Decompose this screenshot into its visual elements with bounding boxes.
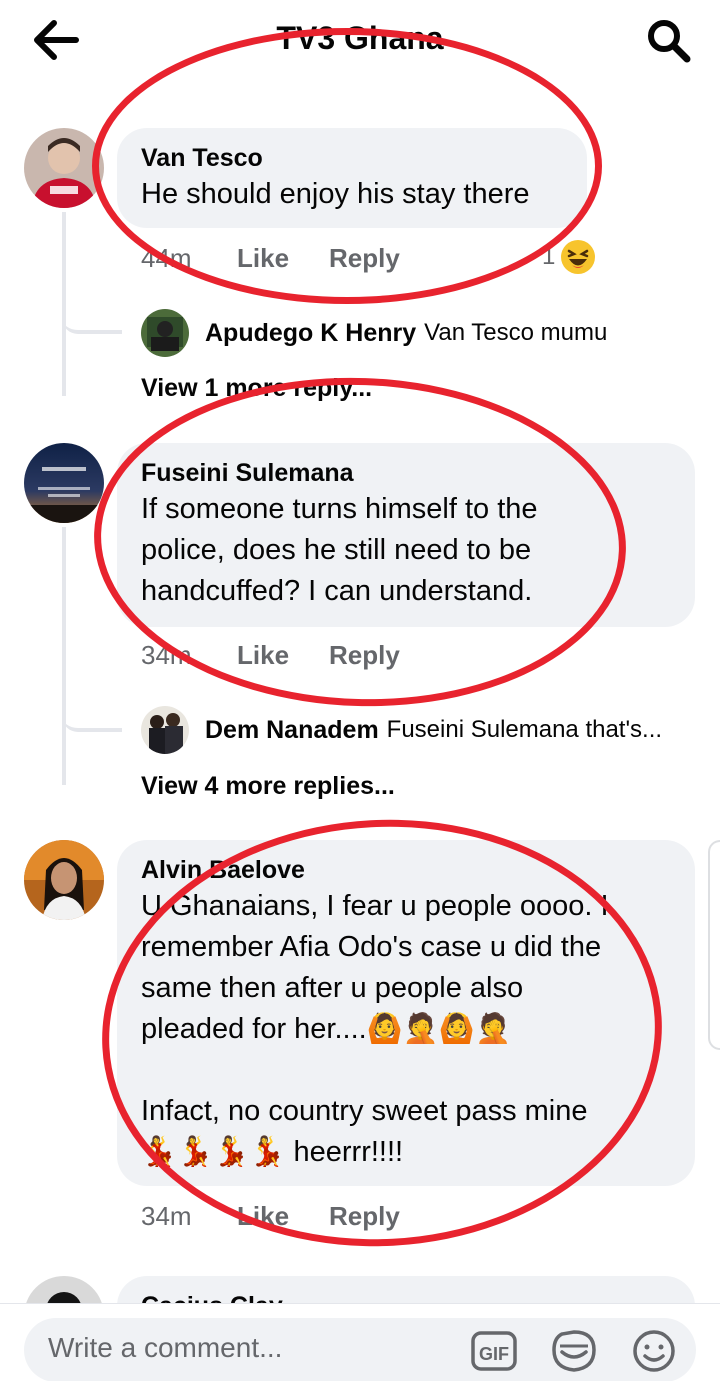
comment-time: 34m (141, 1201, 192, 1231)
comment-bubble[interactable]: Van Tesco He should enjoy his stay there (117, 128, 587, 228)
comment-time: 44m (141, 243, 192, 273)
comment-composer: GIF (0, 1303, 720, 1381)
avatar[interactable] (24, 840, 104, 920)
view-more-replies-link[interactable]: View 1 more reply... (141, 374, 372, 403)
comment-actions: 34m Like Reply (141, 640, 400, 671)
sticker-button[interactable] (550, 1328, 598, 1374)
like-button[interactable]: Like (237, 640, 329, 671)
avatar[interactable] (141, 706, 189, 754)
reply-text: Fuseini Sulemana that's... (386, 716, 663, 743)
thread-connector (62, 290, 122, 334)
comment-text-line: U Ghanaians, I fear u people oooo. I (141, 890, 609, 922)
comment-text-line: If someone turns himself to the (141, 493, 538, 525)
reply-button[interactable]: Reply (329, 243, 400, 274)
reply-author[interactable]: Apudego K Henry (205, 319, 416, 348)
sticker-icon (552, 1330, 596, 1372)
reply-text: Van Tesco mumu (424, 319, 608, 346)
scrollbar[interactable] (708, 840, 720, 1050)
gif-button[interactable]: GIF (470, 1328, 518, 1374)
reply-button[interactable]: Reply (329, 640, 400, 671)
laugh-reaction-icon (561, 240, 596, 274)
emoji-button[interactable] (630, 1328, 678, 1374)
comment-bubble[interactable]: Alvin Baelove U Ghanaians, I fear u peop… (117, 840, 695, 1186)
svg-text:GIF: GIF (479, 1344, 509, 1364)
comment-text-line: 💃💃💃💃 heerrr!!!! (141, 1136, 404, 1168)
reaction-summary[interactable]: 1 (542, 240, 596, 274)
app-header: TV3 Ghana (0, 0, 720, 90)
reply-author[interactable]: Dem Nanadem (205, 716, 379, 745)
reaction-count: 1 (542, 243, 556, 270)
avatar[interactable] (24, 128, 104, 208)
comment-author[interactable]: Fuseini Sulemana (141, 457, 671, 489)
comment-text: He should enjoy his stay there (141, 178, 530, 210)
comment-text-line: pleaded for her....🙆🤦🙆🤦 (141, 1013, 512, 1045)
reply-preview[interactable]: Dem Nanadem Fuseini Sulemana that's... (141, 706, 662, 754)
comment-input[interactable] (48, 1332, 448, 1364)
emoji-icon (633, 1330, 675, 1372)
comment-text-line: police, does he still need to be (141, 534, 532, 566)
view-more-replies-link[interactable]: View 4 more replies... (141, 772, 395, 801)
comment-text-line: remember Afia Odo's case u did the (141, 931, 602, 963)
composer-box: GIF (24, 1318, 696, 1381)
search-icon (648, 20, 691, 63)
reply-button[interactable]: Reply (329, 1201, 400, 1232)
comment-text-line: handcuffed? I can understand. (141, 575, 533, 607)
thread-connector (62, 690, 122, 732)
comment-text-line (141, 1050, 671, 1091)
reply-preview[interactable]: Apudego K Henry Van Tesco mumu (141, 309, 607, 357)
comment-actions: 44m Like Reply (141, 243, 400, 274)
comment-text-line: same then after u people also (141, 972, 524, 1004)
comment-text-line: Infact, no country sweet pass mine (141, 1095, 588, 1127)
comment-time: 34m (141, 640, 192, 670)
page-title: TV3 Ghana (276, 20, 444, 56)
comment-author[interactable]: Van Tesco (141, 142, 563, 174)
like-button[interactable]: Like (237, 243, 329, 274)
comment-bubble[interactable]: Fuseini Sulemana If someone turns himsel… (117, 443, 695, 627)
comment-actions: 34m Like Reply (141, 1201, 400, 1232)
search-button[interactable] (644, 16, 692, 64)
like-button[interactable]: Like (237, 1201, 329, 1232)
thread-line (62, 527, 66, 785)
comment-author[interactable]: Alvin Baelove (141, 854, 671, 886)
gif-icon: GIF (471, 1331, 517, 1371)
avatar[interactable] (24, 443, 104, 523)
avatar[interactable] (141, 309, 189, 357)
